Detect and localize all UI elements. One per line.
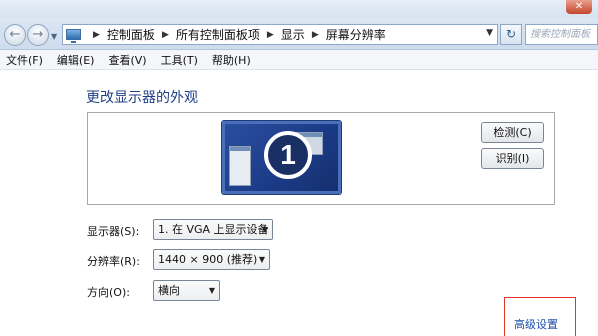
orientation-select[interactable]: 横向 ▼: [153, 280, 220, 301]
dropdown-arrow-icon[interactable]: ▼: [209, 281, 215, 300]
monitor-icon: [66, 29, 81, 43]
display-select-value: 1. 在 VGA 上显示设备: [158, 223, 269, 236]
address-row: ← → ▼ ▶ 控制面板 ▶ 所有控制面板项 ▶ 显示 ▶ 屏幕分辨率 ▼ ↻ …: [0, 18, 598, 50]
menu-help[interactable]: 帮助(H): [212, 52, 251, 68]
resolution-select[interactable]: 1440 × 900 (推荐) ▼: [153, 249, 270, 270]
address-dropdown-icon[interactable]: ▼: [486, 28, 493, 38]
identify-button[interactable]: 识别(I): [481, 148, 544, 169]
page-title: 更改显示器的外观: [86, 90, 198, 106]
dropdown-arrow-icon[interactable]: ▼: [262, 220, 268, 239]
orientation-label: 方向(O):: [87, 286, 130, 299]
monitor-thumbnail[interactable]: 1: [222, 121, 341, 194]
chevron-right-icon[interactable]: ▶: [267, 30, 274, 40]
menu-file[interactable]: 文件(F): [6, 52, 43, 68]
forward-arrow-icon[interactable]: →: [27, 24, 49, 46]
orientation-select-value: 横向: [158, 284, 180, 297]
chevron-right-icon[interactable]: ▶: [312, 30, 319, 40]
chevron-right-icon[interactable]: ▶: [93, 30, 100, 40]
resolution-select-value: 1440 × 900 (推荐): [158, 253, 258, 266]
display-select[interactable]: 1. 在 VGA 上显示设备 ▼: [153, 219, 273, 240]
breadcrumb-control-panel[interactable]: 控制面板: [107, 26, 155, 43]
recent-pages-dropdown-icon[interactable]: ▼: [51, 32, 57, 41]
window-thumbnail: [229, 146, 251, 186]
back-arrow-icon[interactable]: ←: [4, 24, 26, 46]
address-bar[interactable]: ▶ 控制面板 ▶ 所有控制面板项 ▶ 显示 ▶ 屏幕分辨率 ▼: [62, 24, 498, 45]
search-input[interactable]: 搜索控制面板: [525, 24, 598, 45]
menu-edit[interactable]: 编辑(E): [57, 52, 95, 68]
monitor-number-badge: 1: [264, 131, 312, 179]
refresh-icon[interactable]: ↻: [500, 24, 522, 45]
chevron-right-icon[interactable]: ▶: [162, 30, 169, 40]
breadcrumb-display[interactable]: 显示: [281, 26, 305, 43]
resolution-label: 分辨率(R):: [87, 255, 140, 268]
menu-bar: 文件(F) 编辑(E) 查看(V) 工具(T) 帮助(H): [0, 50, 598, 70]
close-icon[interactable]: ✕: [566, 0, 592, 14]
window-titlebar: ✕: [0, 0, 598, 18]
advanced-settings-link[interactable]: 高级设置: [514, 316, 558, 332]
menu-view[interactable]: 查看(V): [108, 52, 146, 68]
menu-tools[interactable]: 工具(T): [161, 52, 198, 68]
detect-button[interactable]: 检测(C): [481, 122, 544, 143]
breadcrumb-screen-resolution[interactable]: 屏幕分辨率: [326, 26, 386, 43]
dropdown-arrow-icon[interactable]: ▼: [259, 250, 265, 269]
display-label: 显示器(S):: [87, 225, 140, 238]
breadcrumb-all-items[interactable]: 所有控制面板项: [176, 26, 260, 43]
